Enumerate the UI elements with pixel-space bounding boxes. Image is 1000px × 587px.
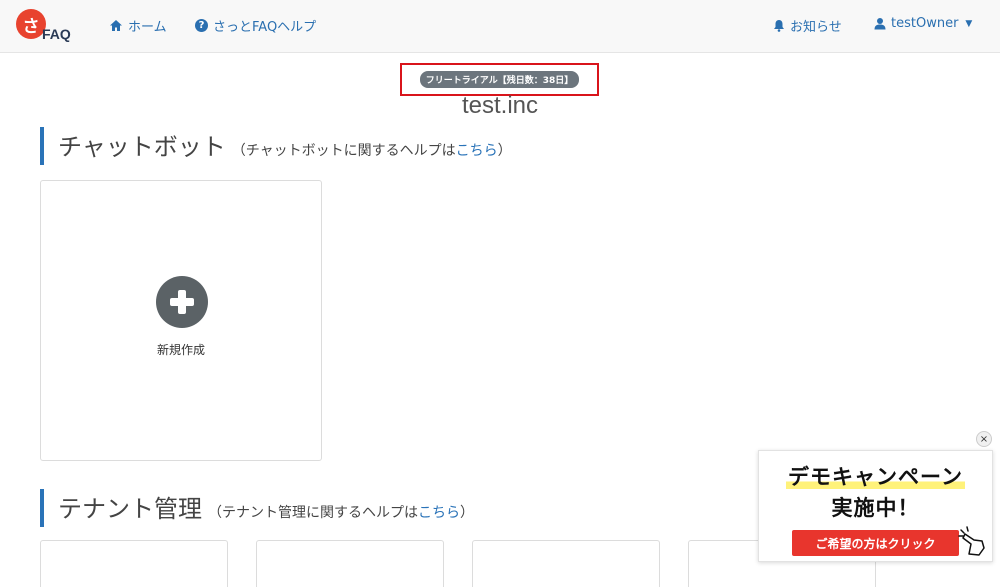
pointing-hand-icon (958, 526, 985, 556)
nav-notice-label: お知らせ (790, 20, 842, 35)
demo-campaign-line2: 実施中！ (831, 496, 920, 520)
tenant-section-help: （テナント管理に関するヘルプはこちら） (208, 502, 474, 522)
chatbot-help-suffix: ） (497, 143, 512, 159)
tenant-section-heading: テナント管理 （テナント管理に関するヘルプはこちら） (40, 489, 474, 527)
new-chatbot-card[interactable]: 新規作成 (40, 180, 322, 461)
tenant-help-link[interactable]: こちら (418, 505, 460, 521)
user-icon (874, 18, 886, 30)
nav-home-link[interactable]: ホーム (109, 16, 167, 35)
nav-notice-link[interactable]: お知らせ (773, 16, 842, 35)
question-circle-icon: ? (195, 19, 208, 32)
caret-down-icon: ▼ (965, 18, 973, 29)
nav-help-link[interactable]: ? さっとFAQヘルプ (195, 16, 316, 35)
logo-text: FAQ (42, 26, 71, 42)
plus-circle-icon (156, 276, 208, 328)
sattofaq-logo[interactable]: さ FAQ (16, 9, 80, 45)
close-icon[interactable]: × (976, 431, 992, 447)
new-chatbot-label: 新規作成 (156, 343, 205, 357)
home-icon (110, 20, 122, 31)
nav-help-label: さっとFAQヘルプ (213, 20, 317, 35)
tenant-section-title: テナント管理 (58, 495, 202, 523)
nav-home-label: ホーム (128, 20, 167, 35)
tenant-card[interactable] (256, 540, 444, 587)
demo-campaign-popup[interactable]: デモキャンペーン 実施中！ ご希望の方はクリック (758, 450, 993, 562)
chatbot-help-prefix: （チャットボットに関するヘルプは (231, 143, 456, 159)
chatbot-section-title: チャットボット (58, 133, 226, 161)
company-name: test.inc (461, 92, 539, 119)
top-navbar: さ FAQ ホーム ? さっとFAQヘルプ お知らせ testOwner ▼ (0, 0, 1000, 53)
demo-campaign-line1: デモキャンペーン (759, 461, 992, 491)
user-menu-dropdown[interactable]: testOwner ▼ (874, 16, 972, 31)
chatbot-help-link[interactable]: こちら (456, 143, 498, 159)
demo-campaign-line1-text: デモキャンペーン (786, 465, 965, 489)
tenant-help-suffix: ） (460, 505, 474, 521)
user-name-label: testOwner (891, 16, 959, 31)
chatbot-section-heading: チャットボット （チャットボットに関するヘルプはこちら） (40, 127, 512, 165)
tenant-card[interactable] (472, 540, 660, 587)
tenant-card[interactable] (40, 540, 228, 587)
trial-status-badge: フリートライアル【残日数：38日】 (419, 71, 580, 88)
chatbot-section-help: （チャットボットに関するヘルプはこちら） (232, 140, 512, 160)
tenant-help-prefix: （テナント管理に関するヘルプは (208, 505, 418, 521)
demo-apply-button[interactable]: ご希望の方はクリック (792, 530, 959, 556)
bell-icon (774, 20, 784, 32)
